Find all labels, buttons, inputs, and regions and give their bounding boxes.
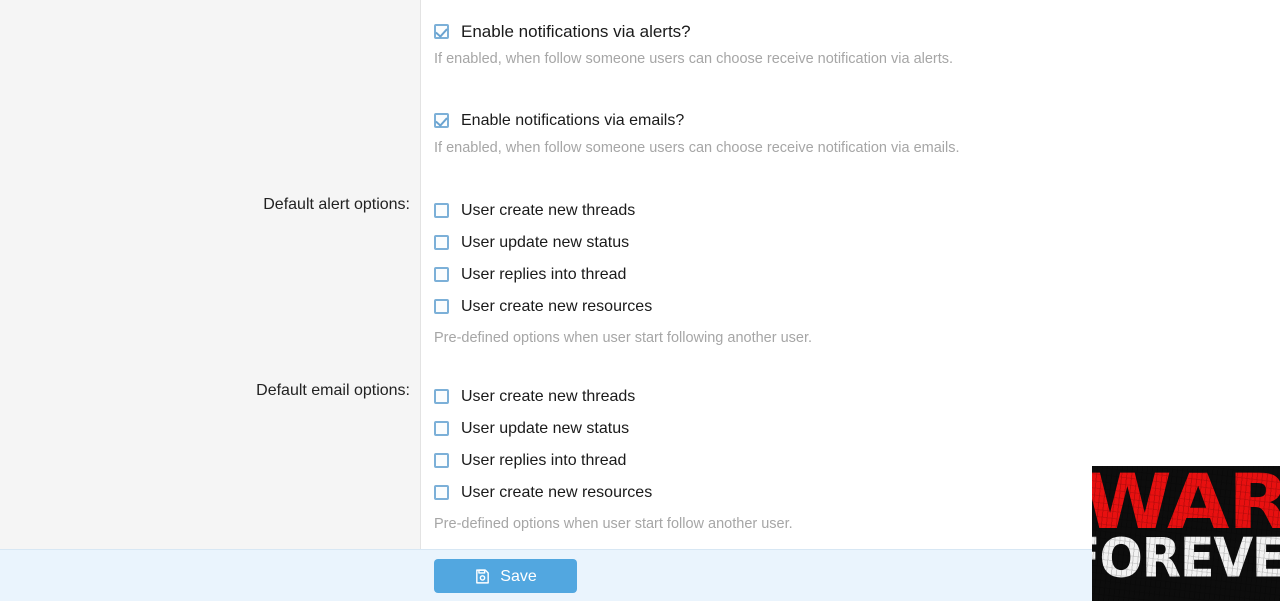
checkbox-email-update-new-status-box[interactable] <box>434 420 449 436</box>
form-body: Enable notifications via alerts? If enab… <box>0 0 1280 549</box>
save-button-label: Save <box>500 567 537 585</box>
checkbox-alert-create-new-threads-label: User create new threads <box>461 201 636 219</box>
checkbox-alert-create-new-resources[interactable]: User create new resources <box>434 290 1280 322</box>
checkbox-alert-replies-into-thread-box[interactable] <box>434 266 449 282</box>
help-text-enable-emails: If enabled, when follow someone users ca… <box>434 140 960 156</box>
checkbox-email-create-new-resources-box[interactable] <box>434 484 449 500</box>
row-enable-emails: Enable notifications via emails? <box>0 104 1280 136</box>
form-footer: Save <box>0 549 1280 601</box>
save-button[interactable]: Save <box>434 559 577 593</box>
checkbox-enable-emails[interactable]: Enable notifications via emails? <box>434 104 1280 136</box>
checkbox-email-update-new-status[interactable]: User update new status <box>434 412 1280 444</box>
checkbox-enable-alerts-label: Enable notifications via alerts? <box>461 21 691 41</box>
checkbox-enable-alerts[interactable]: Enable notifications via alerts? <box>434 15 1280 47</box>
checkbox-alert-replies-into-thread-label: User replies into thread <box>461 265 627 283</box>
overlay-banner-line-2: FOREVER <box>1092 528 1280 591</box>
row-default-email-options: Default email options: User create new t… <box>0 380 1280 534</box>
checkbox-enable-alerts-box[interactable] <box>434 23 449 39</box>
checkbox-alert-create-new-resources-box[interactable] <box>434 298 449 314</box>
field-default-alert-options: User create new threads User update new … <box>421 194 1280 348</box>
checkbox-email-update-new-status-label: User update new status <box>461 419 630 437</box>
checkbox-alert-create-new-threads-box[interactable] <box>434 202 449 218</box>
checkbox-email-create-new-threads[interactable]: User create new threads <box>434 380 1280 412</box>
row-default-alert-options: Default alert options: User create new t… <box>0 194 1280 348</box>
row-enable-alerts-help: If enabled, when follow someone users ca… <box>0 50 1280 69</box>
row-enable-alerts: Enable notifications via alerts? <box>0 15 1280 47</box>
overlay-banner-war-forever[interactable]: WAR FOREVER <box>1092 466 1280 601</box>
help-text-default-alert-options: Pre-defined options when user start foll… <box>434 330 813 346</box>
checkbox-alert-create-new-resources-label: User create new resources <box>461 297 653 315</box>
floppy-disk-save-icon <box>476 568 490 584</box>
row-field-enable-alerts-help: If enabled, when follow someone users ca… <box>421 50 1280 69</box>
help-text-enable-alerts: If enabled, when follow someone users ca… <box>434 51 954 67</box>
checkbox-email-create-new-threads-box[interactable] <box>434 388 449 404</box>
row-field-enable-emails-help: If enabled, when follow someone users ca… <box>421 139 1280 158</box>
checkbox-alert-update-new-status[interactable]: User update new status <box>434 226 1280 258</box>
row-enable-emails-help: If enabled, when follow someone users ca… <box>0 139 1280 158</box>
label-default-alert-options: Default alert options: <box>263 196 410 213</box>
checkbox-email-replies-into-thread-box[interactable] <box>434 452 449 468</box>
checkbox-email-create-new-threads-label: User create new threads <box>461 387 636 405</box>
row-field-enable-emails: Enable notifications via emails? <box>421 104 1280 136</box>
checkbox-email-replies-into-thread-label: User replies into thread <box>461 451 627 469</box>
checkbox-alert-update-new-status-label: User update new status <box>461 233 630 251</box>
label-default-email-options: Default email options: <box>256 382 410 399</box>
checkbox-alert-update-new-status-box[interactable] <box>434 234 449 250</box>
checkbox-alert-replies-into-thread[interactable]: User replies into thread <box>434 258 1280 290</box>
checkbox-email-create-new-resources-label: User create new resources <box>461 483 653 501</box>
checkbox-alert-create-new-threads[interactable]: User create new threads <box>434 194 1280 226</box>
row-field-enable-alerts: Enable notifications via alerts? <box>421 15 1280 47</box>
settings-form-page: Enable notifications via alerts? If enab… <box>0 0 1280 601</box>
checkbox-enable-emails-box[interactable] <box>434 112 449 128</box>
checkbox-enable-emails-label: Enable notifications via emails? <box>461 111 685 129</box>
